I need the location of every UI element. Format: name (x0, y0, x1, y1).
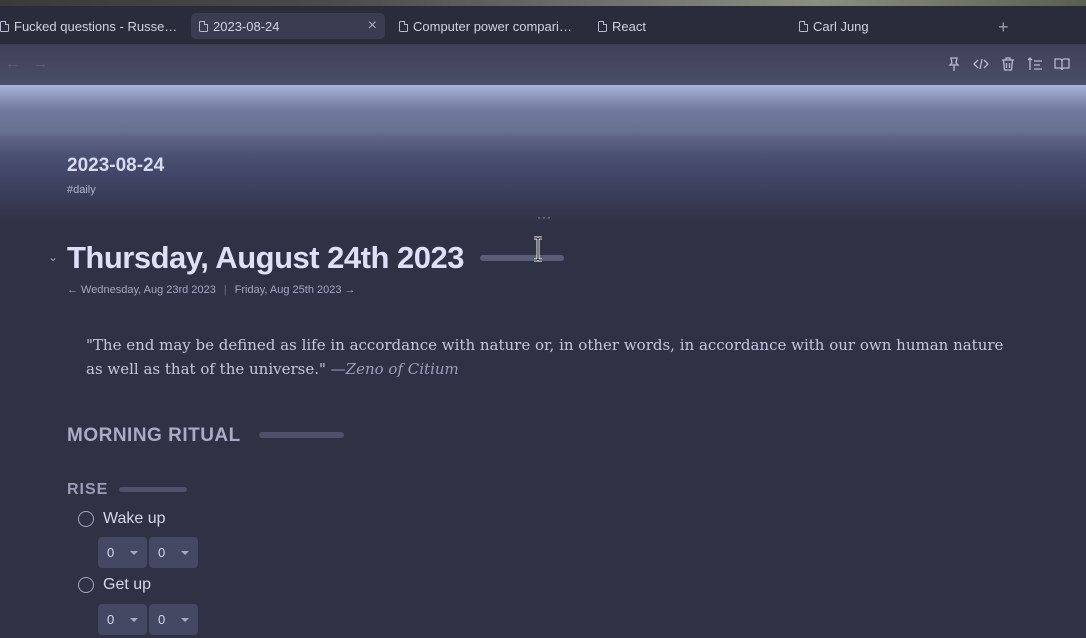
dropdown-caret-icon (130, 617, 138, 622)
hour-select[interactable]: 0 (98, 537, 147, 568)
section-heading-morning-ritual: MORNING RITUAL (67, 425, 241, 446)
tab-bar: Fucked questions - Russe… 2023-08-24 × C… (0, 6, 1086, 45)
document-icon (598, 20, 607, 32)
outline-icon[interactable] (1027, 56, 1043, 72)
tab-label: Fucked questions - Russe… (14, 18, 178, 34)
subsection-heading-rise: RISE (67, 481, 109, 498)
forward-arrow-icon[interactable]: → (33, 55, 48, 72)
task-checkbox[interactable] (78, 577, 94, 593)
minute-select[interactable]: 0 (149, 604, 198, 635)
task-checkbox[interactable] (78, 511, 94, 527)
daily-quote: "The end may be defined as life in accor… (86, 333, 1021, 381)
document-icon (0, 20, 9, 32)
reading-view-icon[interactable] (1054, 56, 1070, 72)
day-heading: Thursday, August 24th 2023 (67, 240, 465, 275)
back-arrow-icon[interactable]: ← (5, 55, 20, 72)
time-selects-get-up: 0 0 (98, 604, 198, 635)
minute-select[interactable]: 0 (149, 537, 198, 568)
section-decoration-line (259, 432, 344, 438)
tab-label: React (612, 18, 646, 34)
time-selects-wake-up: 0 0 (98, 537, 198, 568)
close-tab-icon[interactable]: × (368, 17, 377, 35)
tab-carl-jung[interactable]: Carl Jung (799, 13, 869, 39)
tab-fucked-questions[interactable]: Fucked questions - Russe… (0, 13, 177, 39)
hour-select[interactable]: 0 (98, 604, 147, 635)
hour-value: 0 (107, 545, 115, 560)
text-cursor-icon (534, 236, 542, 262)
hour-value: 0 (107, 612, 115, 627)
navigation-bar: ← → (0, 45, 1086, 85)
document-icon (199, 20, 208, 32)
document-icon (399, 20, 408, 32)
tab-label: Computer power compari… (413, 18, 572, 34)
subsection-decoration-line (119, 487, 187, 492)
minute-value: 0 (158, 545, 166, 560)
task-label: Get up (103, 576, 152, 593)
quote-text: "The end may be defined as life in accor… (86, 336, 1004, 378)
day-navigation: ← Wednesday, Aug 23rd 2023 | Friday, Aug… (67, 284, 356, 296)
code-icon[interactable] (973, 56, 989, 72)
quote-author: —Zeno of Citium (330, 360, 459, 378)
collapse-chevron-icon[interactable]: ⌄ (48, 250, 58, 264)
trash-icon[interactable] (1000, 56, 1016, 72)
book-icon (799, 20, 808, 32)
tab-react[interactable]: React (598, 13, 646, 39)
note-title: 2023-08-24 (67, 155, 165, 176)
dropdown-caret-icon (130, 550, 138, 555)
tab-label: 2023-08-24 (213, 18, 280, 34)
tab-label: Carl Jung (813, 18, 869, 34)
task-wake-up: Wake up (78, 510, 166, 528)
banner-cloud-streak (0, 105, 1086, 155)
day-nav-separator: | (223, 284, 227, 296)
previous-day-link[interactable]: ← Wednesday, Aug 23rd 2023 (67, 284, 216, 296)
tab-2023-08-24[interactable]: 2023-08-24 × (191, 13, 385, 39)
task-get-up: Get up (78, 576, 151, 594)
daily-tag[interactable]: #daily (67, 184, 96, 196)
next-day-link[interactable]: Friday, Aug 25th 2023 → (235, 284, 356, 296)
more-options-icon[interactable]: ··· (537, 210, 552, 224)
task-label: Wake up (103, 510, 166, 527)
new-tab-button[interactable]: + (998, 17, 1009, 38)
tab-computer-power[interactable]: Computer power compari… (399, 13, 572, 39)
dropdown-caret-icon (181, 617, 189, 622)
heading-decoration-line (480, 255, 564, 261)
minute-value: 0 (158, 612, 166, 627)
dropdown-caret-icon (181, 550, 189, 555)
pin-icon[interactable] (946, 56, 962, 72)
